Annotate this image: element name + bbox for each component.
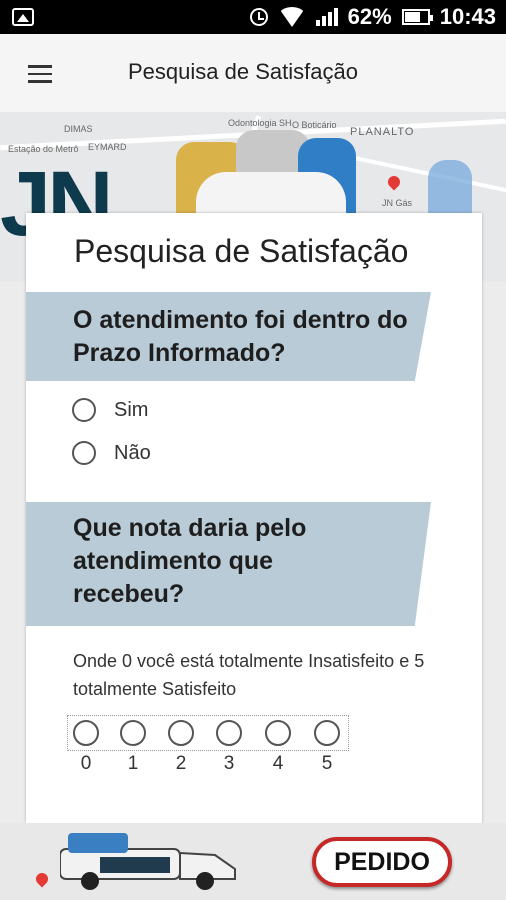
option-label: Não <box>114 441 151 464</box>
map-label: Odontologia SH <box>228 118 292 128</box>
rating-label-1: 1 <box>127 753 139 774</box>
rating-scale <box>67 715 349 751</box>
question2-text: Que nota daria pelo atendimento que rece… <box>73 514 307 608</box>
radio-button[interactable] <box>72 398 96 422</box>
status-icons: 62% 10:43 <box>249 0 496 34</box>
rating-label-4: 4 <box>272 753 284 774</box>
rating-radio-4[interactable] <box>265 720 291 746</box>
rating-hint: Onde 0 você está totalmente Insatisfeito… <box>73 651 425 699</box>
battery-icon <box>401 9 433 25</box>
map-label: PLANALTO <box>350 126 415 138</box>
clock: 10:43 <box>439 4 496 29</box>
question1-text: O atendimento foi dentro do Prazo Inform… <box>73 306 408 367</box>
order-button[interactable]: PEDIDO <box>312 837 452 887</box>
survey-title: Pesquisa de Satisfação <box>74 233 409 269</box>
rating-label-0: 0 <box>80 753 92 774</box>
map-pin-icon <box>385 173 403 191</box>
gallery-notification-icon <box>12 8 34 26</box>
survey-card: Pesquisa de Satisfação O atendimento foi… <box>26 213 482 823</box>
status-bar: 62% 10:43 <box>0 0 506 34</box>
battery-percent: 62% <box>347 4 392 29</box>
radio-button[interactable] <box>72 441 96 465</box>
signal-icon <box>315 8 338 26</box>
app-bar-title: Pesquisa de Satisfação <box>128 59 358 84</box>
option-nao[interactable]: Não <box>72 441 151 465</box>
map-label: O Boticário <box>292 120 337 130</box>
delivery-truck-icon <box>60 833 236 890</box>
rating-radio-2[interactable] <box>168 720 194 746</box>
rating-radio-5[interactable] <box>314 720 340 746</box>
wifi-icon <box>277 7 306 27</box>
rating-radio-1[interactable] <box>120 720 146 746</box>
map-label: JN Gás <box>382 198 413 208</box>
rating-label-5: 5 <box>321 753 333 774</box>
rating-label-2: 2 <box>175 753 187 774</box>
app-bar: Pesquisa de Satisfação <box>0 34 506 112</box>
option-sim[interactable]: Sim <box>72 398 148 422</box>
map-label: EYMARD <box>88 142 127 152</box>
footer-banner: PEDIDO <box>0 823 506 900</box>
rating-radio-0[interactable] <box>73 720 99 746</box>
map-pin-icon <box>33 870 51 888</box>
map-label: DIMAS <box>64 124 93 134</box>
rating-radio-3[interactable] <box>216 720 242 746</box>
rating-label-3: 3 <box>223 753 235 774</box>
alarm-icon <box>249 8 268 26</box>
hamburger-menu-icon[interactable] <box>28 65 52 83</box>
option-label: Sim <box>114 398 149 421</box>
